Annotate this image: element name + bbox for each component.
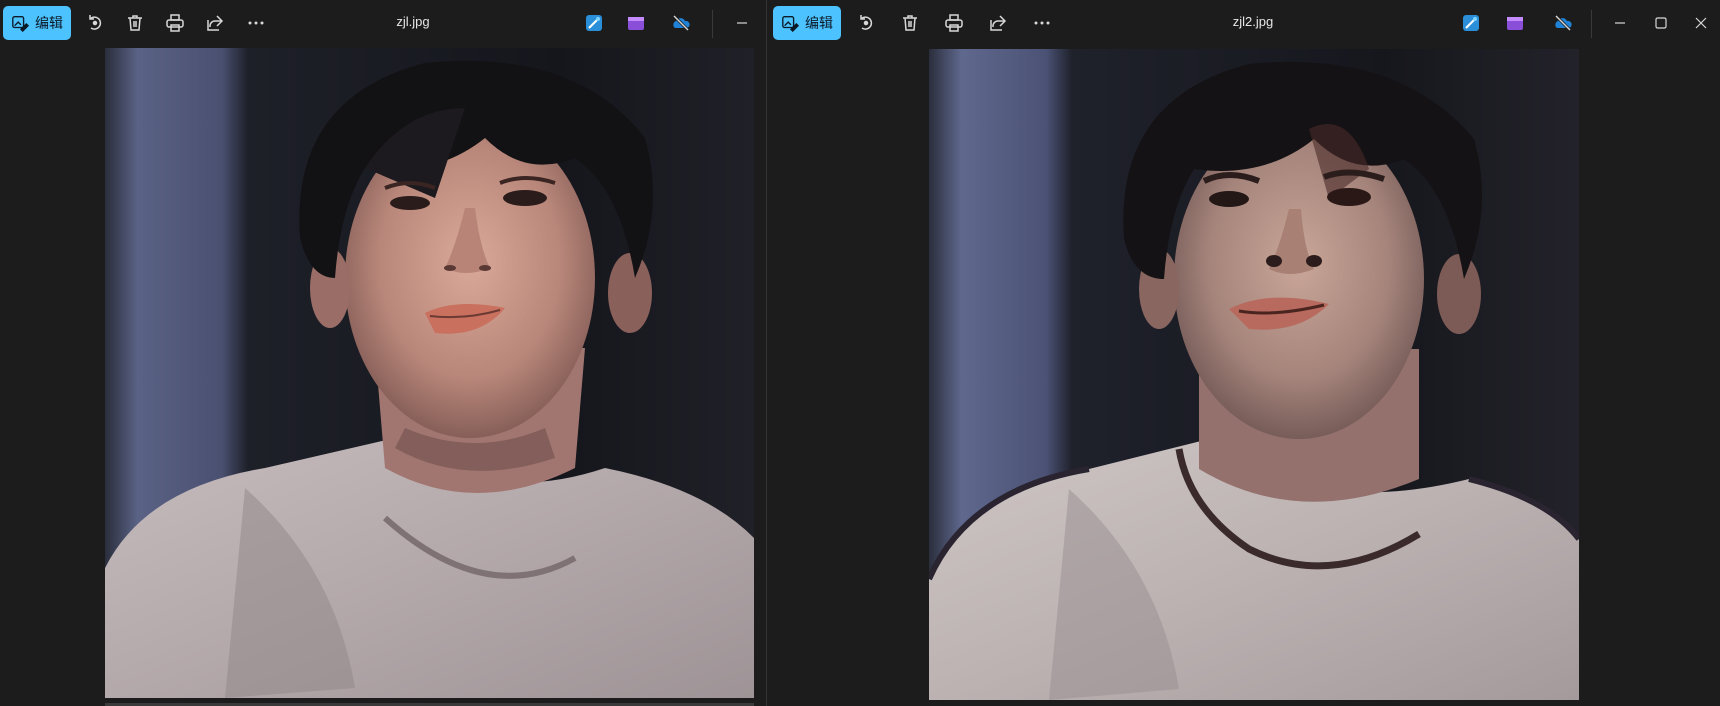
image-edit-icon: [586, 15, 602, 31]
edit-button[interactable]: 编辑: [3, 6, 71, 40]
minimize-icon: [1615, 22, 1625, 24]
print-button[interactable]: [936, 6, 972, 40]
onedrive-button[interactable]: [663, 6, 699, 40]
maximize-icon: [1655, 17, 1667, 29]
more-button[interactable]: [238, 6, 274, 40]
more-icon: [248, 21, 264, 25]
rotate-button[interactable]: [77, 6, 113, 40]
photos-window-left: 编辑 zjl.jpg: [0, 0, 764, 706]
photo-zjl[interactable]: [105, 48, 754, 698]
print-icon: [166, 14, 184, 32]
delete-button[interactable]: [117, 6, 153, 40]
image-viewer: [0, 46, 764, 706]
toolbar-divider: [1591, 10, 1592, 38]
onedrive-icon: [672, 14, 690, 32]
portrait-image: [105, 48, 754, 698]
share-icon: [207, 15, 224, 31]
print-icon: [945, 14, 963, 32]
maximize-button[interactable]: [1643, 6, 1679, 40]
share-button[interactable]: [980, 6, 1016, 40]
video-editor-icon: [628, 17, 644, 30]
more-button[interactable]: [1024, 6, 1060, 40]
minimize-icon: [737, 22, 747, 24]
photos-window-right: 编辑 zjl2.jpg: [766, 0, 1720, 706]
video-editor-button[interactable]: [1497, 6, 1533, 40]
window-title: zjl.jpg: [396, 14, 430, 29]
share-button[interactable]: [197, 6, 233, 40]
edit-image-icon: [12, 16, 29, 32]
edit-button-label: 编辑: [35, 15, 63, 31]
video-editor-icon: [1507, 17, 1523, 30]
delete-icon: [128, 15, 142, 31]
close-icon: [1695, 17, 1707, 29]
desktop: 编辑 zjl.jpg 编辑 zjl2.jpg: [0, 0, 1720, 706]
rotate-icon: [860, 15, 873, 30]
onedrive-button[interactable]: [1545, 6, 1581, 40]
minimize-button[interactable]: [724, 6, 760, 40]
portrait-image: [929, 49, 1579, 700]
toolbar-divider: [712, 10, 713, 38]
toolbar-left: 编辑 zjl.jpg: [0, 0, 764, 46]
rotate-button[interactable]: [848, 6, 884, 40]
rotate-icon: [89, 15, 102, 30]
toolbar-right: 编辑 zjl2.jpg: [767, 0, 1720, 46]
image-edit-icon: [1463, 15, 1479, 31]
edit-image-icon: [782, 16, 799, 32]
photo-zjl2[interactable]: [929, 49, 1579, 700]
delete-icon: [903, 15, 917, 31]
close-button[interactable]: [1683, 6, 1719, 40]
image-edit-button[interactable]: [1453, 6, 1489, 40]
print-button[interactable]: [157, 6, 193, 40]
share-icon: [990, 15, 1007, 31]
delete-button[interactable]: [892, 6, 928, 40]
edit-button-label: 编辑: [805, 15, 833, 31]
more-icon: [1034, 21, 1050, 25]
window-title: zjl2.jpg: [1232, 14, 1274, 29]
image-edit-button[interactable]: [576, 6, 612, 40]
image-viewer: [767, 46, 1720, 706]
video-editor-button[interactable]: [618, 6, 654, 40]
onedrive-icon: [1554, 14, 1572, 32]
minimize-button[interactable]: [1602, 6, 1638, 40]
edit-button[interactable]: 编辑: [773, 6, 841, 40]
